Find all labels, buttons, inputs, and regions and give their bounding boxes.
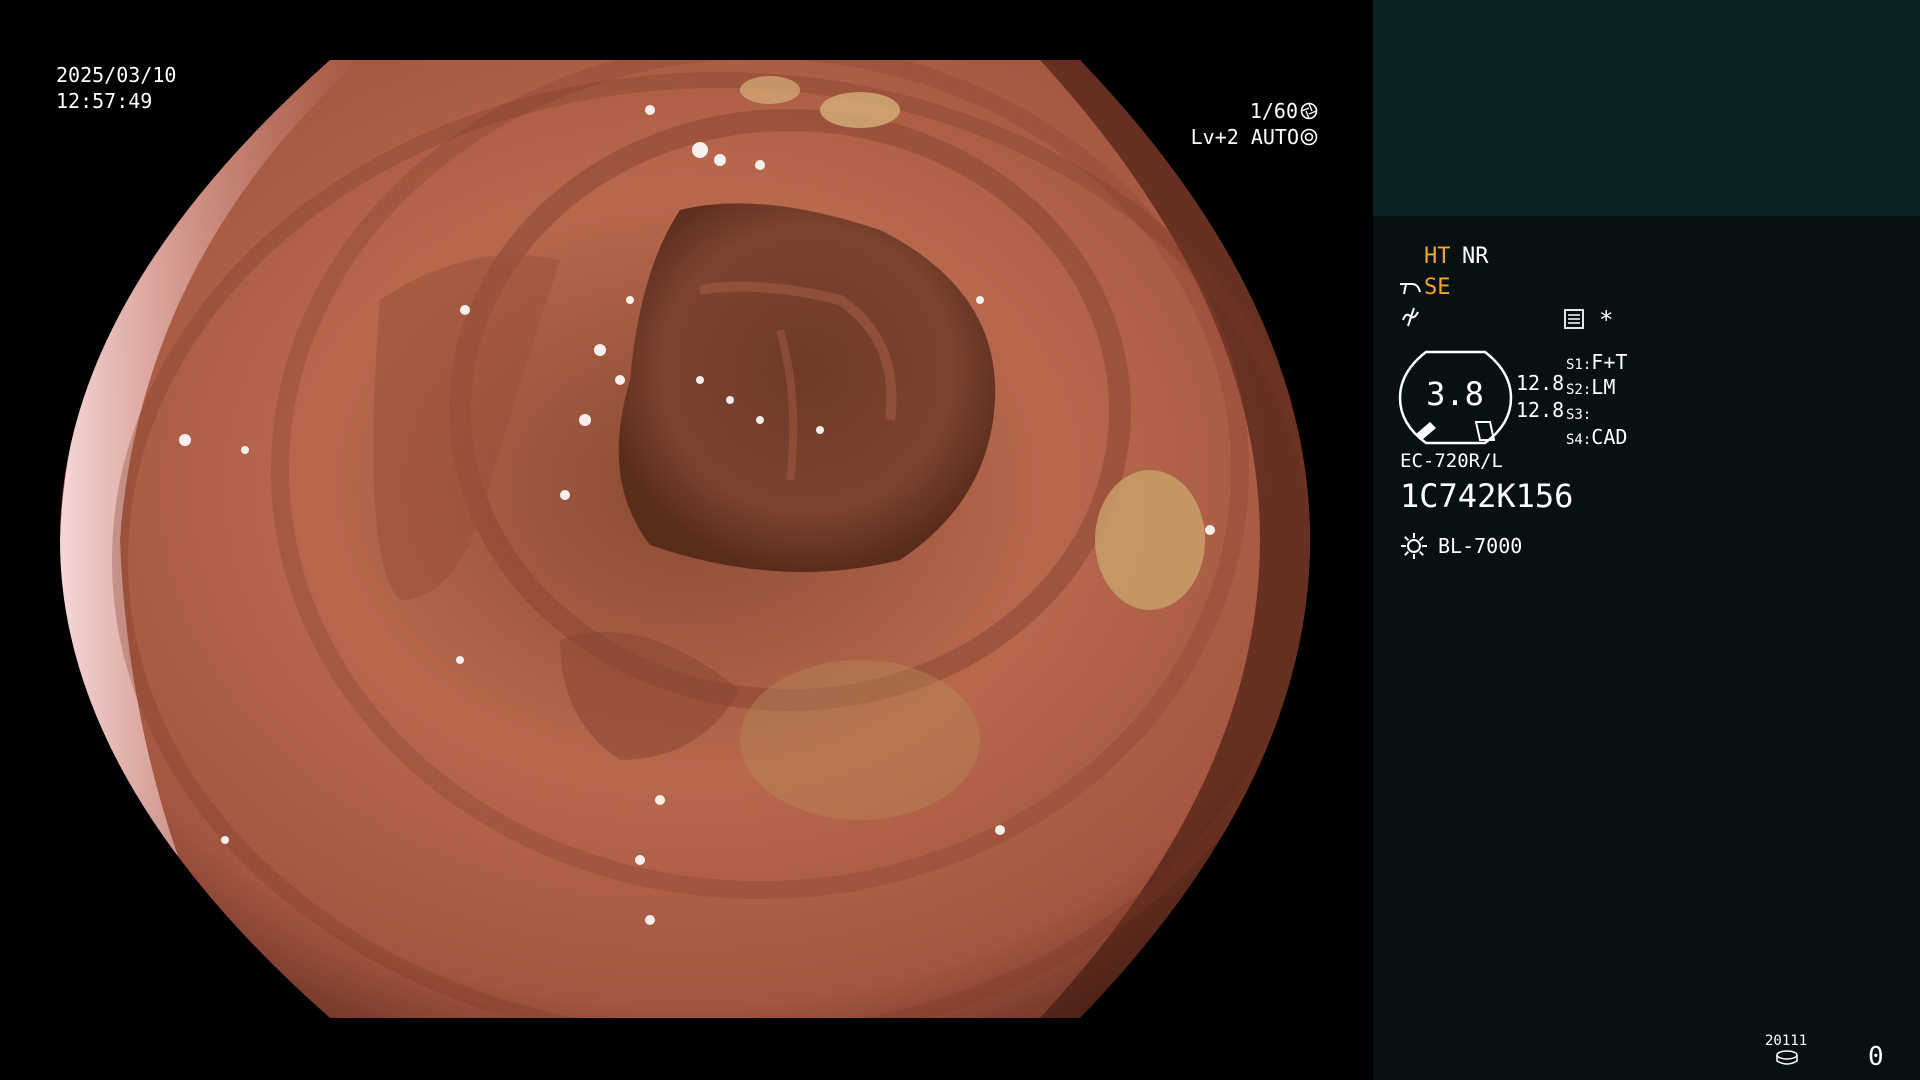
wave-icon	[1402, 307, 1419, 327]
scope-icon	[1400, 283, 1421, 295]
readout-2: 12.8	[1516, 398, 1565, 422]
shutter-row: 1/60	[1180, 98, 1318, 124]
scope-serial-text: 1C742K156	[1400, 477, 1574, 515]
mode-se-label: SE	[1424, 275, 1451, 300]
endoscope-view: 2025/03/10 12:57:49 1/60 Lv+2 AUTO	[0, 0, 1372, 1080]
scope-model-text: EC-720R/L	[1400, 450, 1503, 472]
exposure-readout: 1/60 Lv+2 AUTO	[1180, 98, 1318, 150]
switch-value: CAD	[1591, 425, 1628, 449]
switch-row: S4:CAD	[1566, 425, 1627, 450]
switch-value: LM	[1591, 375, 1616, 399]
readout-1: 12.8	[1516, 371, 1565, 395]
iris-icon	[1300, 128, 1318, 146]
switch-key: S2:	[1566, 382, 1592, 398]
endoscopic-image	[60, 60, 1310, 1018]
switch-row: S1:F+T	[1566, 350, 1627, 375]
aperture-icon	[1300, 102, 1318, 120]
iris-level-text: Lv+2	[1190, 125, 1239, 149]
switch-key: S3:	[1566, 407, 1592, 423]
disk-icon	[1776, 1050, 1798, 1065]
asterisk-label: *	[1599, 306, 1614, 334]
storage-count-text: 20111	[1765, 1033, 1808, 1049]
time-text: 12:57:49	[56, 89, 153, 113]
iris-mode-text: AUTO	[1250, 125, 1299, 149]
gauge-value: 3.8	[1426, 375, 1484, 413]
switch-row: S2:LM	[1566, 375, 1627, 400]
switch-key: S4:	[1566, 432, 1592, 448]
datetime-display: 2025/03/10 12:57:49	[56, 62, 176, 114]
iris-row: Lv+2 AUTO	[1180, 124, 1318, 150]
shutter-speed-text: 1/60	[1249, 99, 1298, 123]
counter-text: 0	[1868, 1042, 1884, 1072]
enhance-nr-label: NR	[1462, 244, 1489, 269]
switch-row: S3:	[1566, 400, 1627, 425]
switch-list: S1:F+T S2:LM S3: S4:CAD	[1566, 350, 1627, 450]
light-source-text: BL-7000	[1438, 534, 1523, 558]
switch-key: S1:	[1566, 357, 1592, 373]
settings-icon	[1564, 309, 1584, 329]
enhance-ht-label: HT	[1424, 244, 1451, 269]
date-text: 2025/03/10	[56, 63, 177, 87]
switch-value: F+T	[1591, 350, 1628, 374]
sun-icon	[1401, 533, 1427, 559]
preview-area	[1373, 0, 1920, 216]
tissue-area	[60, 60, 1310, 1018]
